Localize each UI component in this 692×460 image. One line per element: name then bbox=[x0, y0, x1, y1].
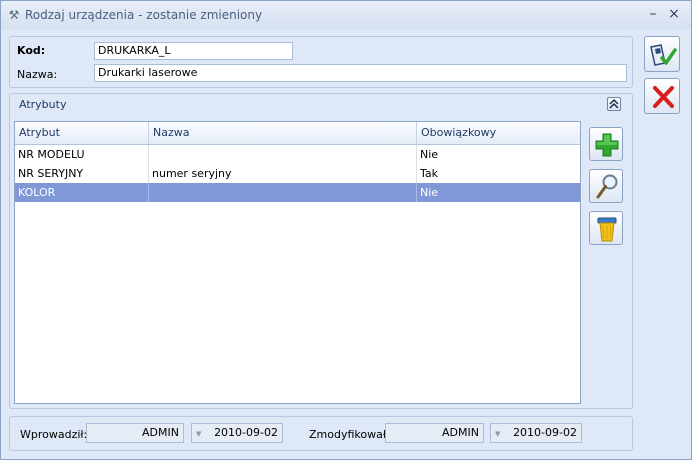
green-plus-icon bbox=[595, 133, 619, 157]
zmodyfikowal-user-value: ADMIN bbox=[442, 426, 479, 439]
cell-atrybut: NR SERYJNY bbox=[15, 164, 149, 183]
cell-nazwa: numer seryjny bbox=[149, 164, 417, 183]
cell-obowiazkowy: Nie bbox=[420, 186, 439, 199]
atrybuty-grid[interactable]: Atrybut Nazwa Obowiązkowy NR MODELU Nie … bbox=[14, 121, 581, 404]
wprowadzil-date-field: ▼ 2010-09-02 bbox=[191, 423, 283, 443]
dropdown-arrow-icon: ▼ bbox=[495, 430, 501, 438]
column-header-nazwa[interactable]: Nazwa bbox=[149, 122, 417, 144]
general-panel: Kod: DRUKARKA_L Nazwa: Drukarki laserowe bbox=[9, 36, 633, 88]
table-row-selected[interactable]: KOLOR Nie bbox=[15, 183, 580, 202]
nazwa-label: Nazwa: bbox=[17, 68, 58, 81]
wprowadzil-label: Wprowadził: bbox=[20, 428, 88, 441]
minimize-button[interactable]: – bbox=[645, 6, 661, 22]
grid-header: Atrybut Nazwa Obowiązkowy bbox=[15, 122, 580, 145]
cell-obowiazkowy: Tak bbox=[420, 167, 439, 180]
cell-obowiazkowy: Nie bbox=[420, 148, 439, 161]
title-bar[interactable]: ⚒ Rodzaj urządzenia - zostanie zmieniony… bbox=[1, 1, 691, 29]
magnifier-icon bbox=[596, 174, 618, 199]
wprowadzil-date-value: 2010-09-02 bbox=[214, 426, 278, 439]
dropdown-arrow-icon: ▼ bbox=[196, 430, 202, 438]
dialog-window: ⚒ Rodzaj urządzenia - zostanie zmieniony… bbox=[0, 0, 692, 460]
cell-nazwa bbox=[149, 145, 417, 164]
zmodyfikowal-label: Zmodyfikował: bbox=[309, 428, 390, 441]
zmodyfikowal-date-value: 2010-09-02 bbox=[513, 426, 577, 439]
atrybuty-title: Atrybuty bbox=[19, 98, 67, 111]
add-button[interactable] bbox=[589, 127, 623, 161]
zmodyfikowal-date-field: ▼ 2010-09-02 bbox=[490, 423, 582, 443]
save-button[interactable] bbox=[644, 36, 680, 72]
collapse-button[interactable] bbox=[607, 97, 621, 111]
save-check-icon bbox=[650, 44, 677, 66]
column-header-obowiazkowy[interactable]: Obowiązkowy bbox=[417, 122, 580, 144]
wprowadzil-user-value: ADMIN bbox=[142, 426, 179, 439]
column-header-atrybut[interactable]: Atrybut bbox=[15, 122, 149, 144]
red-x-icon bbox=[653, 86, 674, 108]
cell-atrybut: KOLOR bbox=[15, 183, 149, 202]
chevron-up-double-icon bbox=[609, 98, 619, 109]
kod-field[interactable]: DRUKARKA_L bbox=[94, 42, 293, 60]
zmodyfikowal-user-field: ADMIN bbox=[385, 423, 484, 443]
cell-atrybut: NR MODELU bbox=[15, 145, 149, 164]
edit-button[interactable] bbox=[589, 169, 623, 203]
cell-nazwa bbox=[149, 183, 417, 202]
delete-button[interactable] bbox=[589, 211, 623, 245]
table-row[interactable]: NR MODELU Nie bbox=[15, 145, 580, 164]
wprowadzil-user-field: ADMIN bbox=[86, 423, 184, 443]
tools-icon: ⚒ bbox=[8, 8, 20, 22]
cancel-button[interactable] bbox=[644, 78, 680, 114]
kod-label: Kod: bbox=[17, 44, 46, 57]
atrybuty-header: Atrybuty bbox=[10, 94, 630, 116]
close-window-button[interactable]: × bbox=[666, 6, 682, 22]
nazwa-field[interactable]: Drukarki laserowe bbox=[94, 64, 627, 82]
trash-bin-icon bbox=[597, 217, 617, 242]
table-row[interactable]: NR SERYJNY numer seryjny Tak bbox=[15, 164, 580, 183]
window-title: Rodzaj urządzenia - zostanie zmieniony bbox=[25, 8, 263, 22]
footer-panel: Wprowadził: ADMIN ▼ 2010-09-02 Zmodyfiko… bbox=[9, 416, 633, 451]
